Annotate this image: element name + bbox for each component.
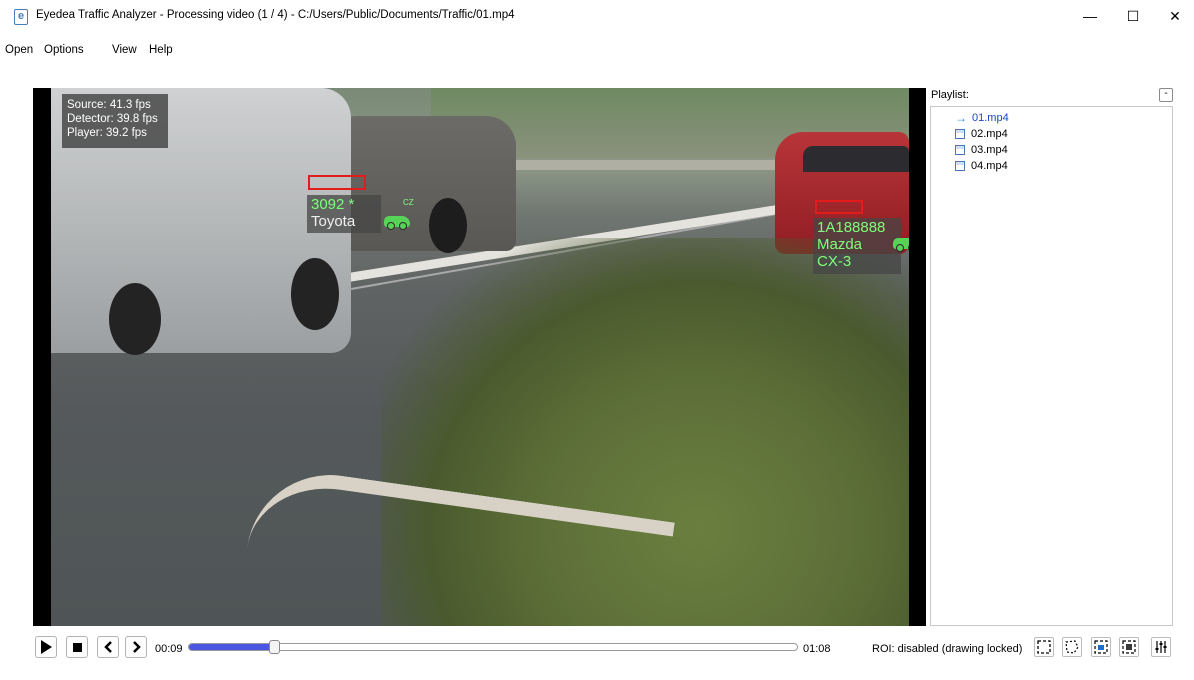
video-file-icon <box>955 144 965 155</box>
maximize-button[interactable]: ☐ <box>1110 0 1156 32</box>
playlist-item[interactable]: 03.mp4 <box>955 142 1008 157</box>
plate-detection-box <box>815 200 863 214</box>
menu-open[interactable]: Open <box>5 44 33 56</box>
country-code: CZ <box>403 198 414 207</box>
roi-rectangle-button[interactable] <box>1034 637 1054 657</box>
stop-icon <box>72 642 82 652</box>
stop-button[interactable] <box>66 636 88 658</box>
play-button[interactable] <box>35 636 57 658</box>
current-time: 00:09 <box>155 643 183 655</box>
roi-polygon-button[interactable] <box>1062 637 1082 657</box>
menu-options[interactable]: Options <box>44 44 84 56</box>
arrow-right-icon: → <box>955 110 967 125</box>
seek-slider[interactable] <box>188 640 798 654</box>
playlist-panel[interactable]: → 01.mp4 02.mp4 03.mp4 04.mp4 <box>930 106 1173 626</box>
seek-progress <box>189 644 274 650</box>
settings-button[interactable] <box>1151 637 1171 657</box>
red-car-window <box>803 146 909 172</box>
roi-rectangle-icon <box>1037 640 1051 654</box>
window-title: Eyedea Traffic Analyzer - Processing vid… <box>36 9 515 21</box>
detected-model: CX-3 <box>817 253 852 270</box>
video-viewport[interactable]: Source: 41.3 fps Detector: 39.8 fps Play… <box>33 88 926 626</box>
van-wheel <box>291 258 339 330</box>
menu-view[interactable]: View <box>112 44 137 56</box>
detected-plate: 3092 * <box>311 196 355 213</box>
playlist-item-label: 04.mp4 <box>971 159 1008 172</box>
title-bar: e Eyedea Traffic Analyzer - Processing v… <box>0 0 1194 32</box>
plate-detection-box <box>308 175 366 190</box>
vehicle-type-icon <box>893 238 909 252</box>
playlist-item[interactable]: → 01.mp4 <box>955 110 1009 125</box>
detection-label: 1A188888 Mazda CX-3 <box>813 218 901 274</box>
close-button[interactable]: ✕ <box>1152 0 1194 32</box>
minimize-button[interactable]: — <box>1067 0 1113 32</box>
fps-stats: Source: 41.3 fps Detector: 39.8 fps Play… <box>62 94 168 148</box>
playlist-item-label: 03.mp4 <box>971 143 1008 156</box>
playlist-item[interactable]: 02.mp4 <box>955 126 1008 141</box>
detected-plate: 1A188888 <box>817 219 886 236</box>
detector-fps: Detector: 39.8 fps <box>67 113 158 125</box>
roi-status: ROI: disabled (drawing locked) <box>872 643 1023 655</box>
seek-handle[interactable] <box>269 640 280 654</box>
roi-rectangle-locked-icon <box>1094 640 1108 654</box>
menu-help[interactable]: Help <box>149 44 173 56</box>
chevron-left-icon <box>103 641 112 653</box>
menu-bar: Open Options View Help <box>0 42 1194 60</box>
app-icon: e <box>14 9 28 25</box>
previous-button[interactable] <box>97 636 119 658</box>
roi-select-button[interactable] <box>1119 637 1139 657</box>
playlist-item-label: 02.mp4 <box>971 127 1008 140</box>
video-frame: Source: 41.3 fps Detector: 39.8 fps Play… <box>51 88 909 626</box>
total-time: 01:08 <box>803 643 831 655</box>
roi-select-icon <box>1122 640 1136 654</box>
playlist-item-label: 01.mp4 <box>972 111 1009 124</box>
detection-label: 3092 * Toyota <box>307 195 381 233</box>
next-button[interactable] <box>125 636 147 658</box>
playlist-label: Playlist: <box>931 89 969 101</box>
detected-brand: Mazda <box>817 236 863 253</box>
video-file-icon <box>955 128 965 139</box>
detected-brand: Toyota <box>311 213 356 230</box>
source-fps: Source: 41.3 fps <box>67 99 151 111</box>
play-icon <box>41 640 52 654</box>
roi-lock-button[interactable] <box>1091 637 1111 657</box>
collapse-button[interactable]: - <box>1159 88 1173 102</box>
vehicle-type-icon <box>384 216 410 230</box>
settings-sliders-icon <box>1155 641 1167 653</box>
chevron-right-icon <box>132 641 141 653</box>
playlist-item[interactable]: 04.mp4 <box>955 158 1008 173</box>
video-file-icon <box>955 160 965 171</box>
van-wheel <box>109 283 161 355</box>
player-fps: Player: 39.2 fps <box>67 127 147 139</box>
player-controls: 00:09 01:08 ROI: disabled (drawing locke… <box>0 634 1194 664</box>
roi-polygon-icon <box>1065 640 1079 654</box>
